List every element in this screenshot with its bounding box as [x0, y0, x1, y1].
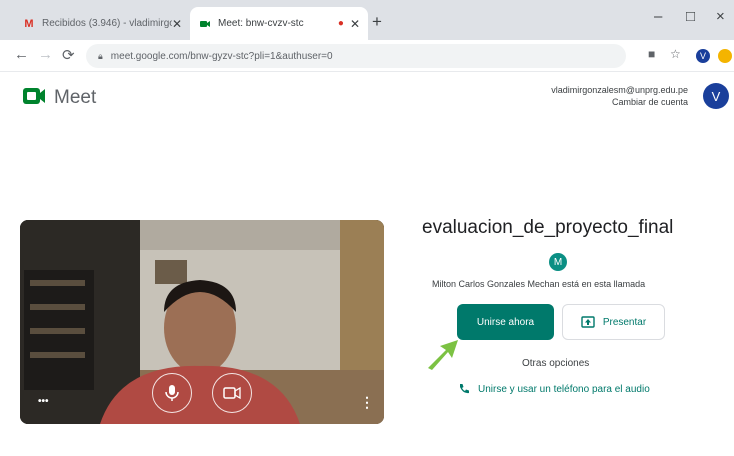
forward-icon[interactable]: →: [38, 46, 53, 63]
account-email: vladimirgonzalesm@unprg.edu.pe: [551, 85, 688, 95]
back-icon[interactable]: ←: [14, 46, 29, 63]
camera-toggle[interactable]: [212, 373, 252, 413]
new-tab-button[interactable]: +: [372, 12, 382, 32]
video-preview: ••• ⋮: [20, 220, 384, 424]
record-icon: ●: [337, 18, 344, 29]
account-info: vladimirgonzalesm@unprg.edu.pe Cambiar d…: [551, 84, 688, 108]
tab-meet[interactable]: Meet: bnw-cvzv-stc ● ✕: [190, 7, 368, 40]
present-label: Presentar: [602, 316, 647, 328]
camera-icon: [223, 386, 241, 400]
tab-gmail[interactable]: M Recibidos (3.946) - vladimirgonza ✕: [14, 7, 190, 40]
join-now-button[interactable]: Unirse ahora: [457, 304, 554, 340]
participant-avatar: M: [549, 253, 567, 271]
meeting-title: evaluacion_de_proyecto_final: [422, 217, 674, 238]
address-bar-row: ← → ⟳ 🔒︎ meet.google.com/bnw-gyzv-stc?pl…: [0, 40, 734, 72]
meet-logo-icon: [23, 88, 45, 104]
present-screen-icon: [581, 316, 595, 328]
kebab-menu-icon[interactable]: ⋮: [360, 394, 374, 411]
present-button[interactable]: Presentar: [562, 304, 665, 340]
close-tab-icon[interactable]: ✕: [350, 17, 360, 31]
app-name: Meet: [54, 87, 97, 108]
camera-indicator-icon[interactable]: ■: [648, 47, 655, 61]
lock-icon: 🔒︎: [98, 50, 103, 61]
maximize-button[interactable]: □: [686, 8, 695, 25]
camera-preview-image: [20, 220, 384, 424]
close-tab-icon[interactable]: ✕: [172, 17, 182, 31]
minimize-button[interactable]: –: [654, 8, 662, 25]
gmail-icon: M: [24, 17, 34, 30]
switch-account-link[interactable]: Cambiar de cuenta: [551, 96, 688, 108]
microphone-toggle[interactable]: [152, 373, 192, 413]
in-call-status: Milton Carlos Gonzales Mechan está en es…: [432, 279, 646, 289]
other-options-link[interactable]: Otras opciones: [522, 358, 589, 369]
tab-title: Recibidos (3.946) - vladimirgonza: [42, 18, 172, 29]
microphone-icon: [165, 385, 179, 401]
extension-icon[interactable]: [718, 49, 732, 63]
browser-tab-bar: M Recibidos (3.946) - vladimirgonza ✕ Me…: [0, 0, 734, 40]
phone-audio-link[interactable]: Unirse y usar un teléfono para el audio: [458, 383, 650, 395]
profile-avatar[interactable]: V: [696, 49, 710, 63]
more-options-icon[interactable]: •••: [38, 396, 49, 407]
tab-title: Meet: bnw-cvzv-stc: [218, 18, 304, 29]
phone-join-label: Unirse y usar un teléfono para el audio: [478, 383, 650, 395]
reload-icon[interactable]: ⟳: [62, 46, 75, 64]
phone-icon: [458, 383, 470, 395]
url-text: meet.google.com/bnw-gyzv-stc?pli=1&authu…: [110, 50, 333, 62]
meet-icon: [198, 17, 212, 31]
star-icon[interactable]: ☆: [670, 47, 681, 61]
url-field[interactable]: 🔒︎ meet.google.com/bnw-gyzv-stc?pli=1&au…: [86, 44, 626, 68]
close-window-button[interactable]: ×: [716, 8, 725, 25]
annotation-arrow-icon: [428, 340, 458, 370]
account-avatar[interactable]: V: [703, 83, 729, 109]
